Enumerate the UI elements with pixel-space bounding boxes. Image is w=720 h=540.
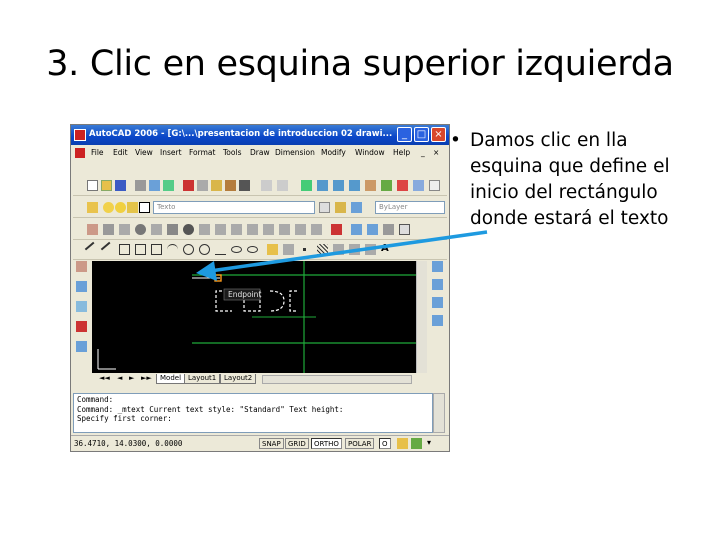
annotation-arrow bbox=[196, 230, 488, 281]
arrow-shaft bbox=[209, 230, 488, 273]
arrow-head bbox=[196, 261, 217, 281]
